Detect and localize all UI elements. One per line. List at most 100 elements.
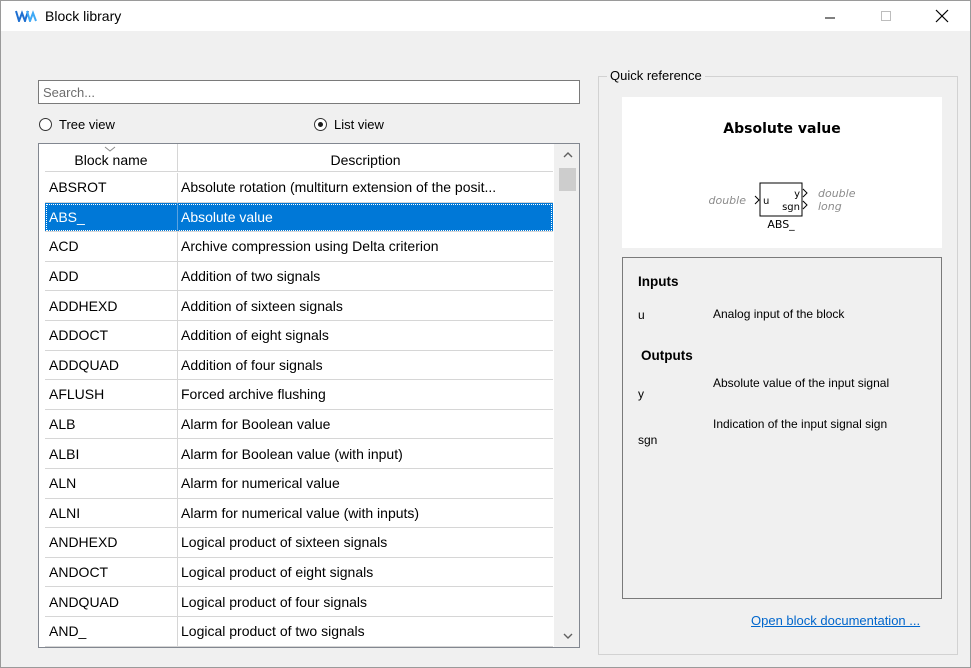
table-row[interactable]: ABSROT Absolute rotation (multiturn exten…	[45, 173, 553, 203]
row-block-name: ABSROT	[45, 173, 178, 202]
quick-reference-legend: Quick reference	[607, 68, 705, 83]
table-row[interactable]: ANDOCT Logical product of eight signals	[45, 557, 553, 588]
row-description: Logical product of sixteen signals	[181, 534, 388, 551]
scroll-down-button[interactable]	[555, 625, 579, 647]
output-name: y	[638, 387, 644, 401]
output-port-arrow-y	[802, 188, 808, 198]
row-description: Absolute rotation (multiturn extension o…	[181, 179, 497, 196]
minimize-button[interactable]	[807, 1, 853, 31]
table-row-selected[interactable]: ABS_ Absolute value	[45, 202, 553, 233]
row-block-name: ANDQUAD	[45, 587, 178, 616]
block-preview: Absolute value double u y sgn double lon…	[622, 97, 942, 248]
minimize-icon	[825, 17, 835, 19]
table-row[interactable]: ALNI Alarm for numerical value (with inpu…	[45, 498, 553, 529]
table-row[interactable]: AFLUSH Forced archive flushing	[45, 380, 553, 410]
chevron-down-icon	[563, 633, 572, 639]
row-description: Addition of sixteen signals	[181, 297, 343, 314]
table-row[interactable]: ANDHEXD Logical product of sixteen signal…	[45, 528, 553, 558]
table-row[interactable]: ADDOCT Addition of eight signals	[45, 320, 553, 351]
output-description: Indication of the input signal sign	[713, 417, 888, 431]
block-library-window: Block library Tree view List view Block …	[0, 0, 971, 668]
row-block-name: ADD	[45, 261, 178, 291]
row-block-name: ACD	[45, 232, 178, 261]
io-description-box: Inputs u Analog input of the block Outpu…	[622, 257, 942, 599]
column-header-block-name[interactable]: Block name	[45, 144, 178, 172]
row-description: Alarm for numerical value (with inputs)	[181, 504, 420, 521]
column-header-block-name-label: Block name	[74, 152, 148, 168]
row-description: Addition of two signals	[181, 268, 321, 285]
row-description: Logical product of eight signals	[181, 564, 374, 581]
output-name: sgn	[638, 433, 658, 447]
list-view-label: List view	[334, 117, 384, 132]
input-port-label: u	[763, 196, 769, 207]
input-port-arrow	[754, 195, 760, 205]
output-type-label-y: double	[818, 187, 856, 200]
table-row[interactable]: ANDQUAD Logical product of four signals	[45, 587, 553, 617]
inputs-heading: Inputs	[638, 274, 679, 289]
scroll-thumb[interactable]	[559, 168, 576, 191]
maximize-button[interactable]	[863, 1, 909, 31]
output-description: Absolute value of the input signal	[713, 376, 890, 390]
tree-view-label: Tree view	[59, 117, 115, 132]
row-block-name: ANDHEXD	[45, 528, 178, 557]
table-row[interactable]: AND_ Logical product of two signals	[45, 616, 553, 647]
row-description: Addition of eight signals	[181, 327, 329, 344]
tree-view-radio-circle[interactable]	[39, 118, 52, 131]
block-symbol-diagram: double u y sgn double long ABS_	[709, 182, 856, 231]
search-input[interactable]	[38, 80, 580, 104]
row-description: Alarm for numerical value	[181, 475, 340, 492]
output-port-label-sgn: sgn	[782, 202, 800, 213]
table-row[interactable]: ADDHEXD Addition of sixteen signals	[45, 291, 553, 321]
row-description: Archive compression using Delta criterio…	[181, 238, 439, 255]
table-row[interactable]: ALB Alarm for Boolean value	[45, 409, 553, 440]
window-title: Block library	[45, 8, 122, 24]
input-description: Analog input of the block	[713, 307, 845, 321]
output-port-label-y: y	[794, 189, 800, 200]
outputs-heading: Outputs	[641, 348, 693, 363]
row-block-name: AFLUSH	[45, 380, 178, 409]
row-block-name: ADDOCT	[45, 320, 178, 350]
scroll-up-button[interactable]	[555, 144, 579, 166]
list-view-radio[interactable]: List view	[314, 117, 384, 132]
row-description: Logical product of two signals	[181, 623, 365, 640]
table-row[interactable]: ALBI Alarm for Boolean value (with input)	[45, 439, 553, 469]
app-logo-icon	[15, 10, 37, 22]
table-row[interactable]: ADD Addition of two signals	[45, 261, 553, 292]
title-bar: Block library	[1, 1, 970, 31]
row-description: Absolute value	[181, 208, 273, 225]
row-description: Logical product of four signals	[181, 593, 367, 610]
list-header: Block name Description	[45, 144, 553, 172]
tree-view-radio[interactable]: Tree view	[39, 117, 115, 132]
row-block-name: ABS_	[45, 202, 178, 232]
row-description: Forced archive flushing	[181, 386, 326, 403]
input-name: u	[638, 308, 645, 322]
row-description: Alarm for Boolean value (with input)	[181, 445, 403, 462]
row-block-name: ADDHEXD	[45, 291, 178, 320]
list-view-radio-circle[interactable]	[314, 118, 327, 131]
row-description: Alarm for Boolean value	[181, 416, 331, 433]
close-icon	[935, 9, 949, 23]
row-block-name: ALN	[45, 468, 178, 498]
row-block-name: AND_	[45, 616, 178, 646]
output-type-label-sgn: long	[818, 200, 842, 213]
row-description: Addition of four signals	[181, 356, 323, 373]
column-header-description-label: Description	[330, 152, 401, 168]
column-header-description[interactable]: Description	[178, 144, 553, 172]
vertical-scrollbar[interactable]	[554, 144, 579, 647]
input-type-label: double	[709, 194, 747, 207]
block-name-label: ABS_	[767, 218, 795, 231]
close-button[interactable]	[919, 1, 965, 31]
chevron-up-icon	[563, 152, 572, 158]
list-rows: ABSROT Absolute rotation (multiturn exten…	[45, 173, 553, 647]
row-block-name: ALB	[45, 409, 178, 439]
table-row[interactable]: ACD Archive compression using Delta crite…	[45, 232, 553, 262]
table-row[interactable]: ADDQUAD Addition of four signals	[45, 350, 553, 381]
output-port-arrow-sgn	[802, 200, 808, 210]
row-block-name: ANDOCT	[45, 557, 178, 587]
block-list[interactable]: Block name Description ABSROT Absolute ro…	[38, 143, 580, 648]
table-row[interactable]: ALN Alarm for numerical value	[45, 468, 553, 499]
open-documentation-link[interactable]: Open block documentation ...	[751, 613, 920, 628]
maximize-icon	[881, 11, 891, 21]
row-block-name: ALBI	[45, 439, 178, 468]
block-preview-title: Absolute value	[723, 121, 841, 137]
